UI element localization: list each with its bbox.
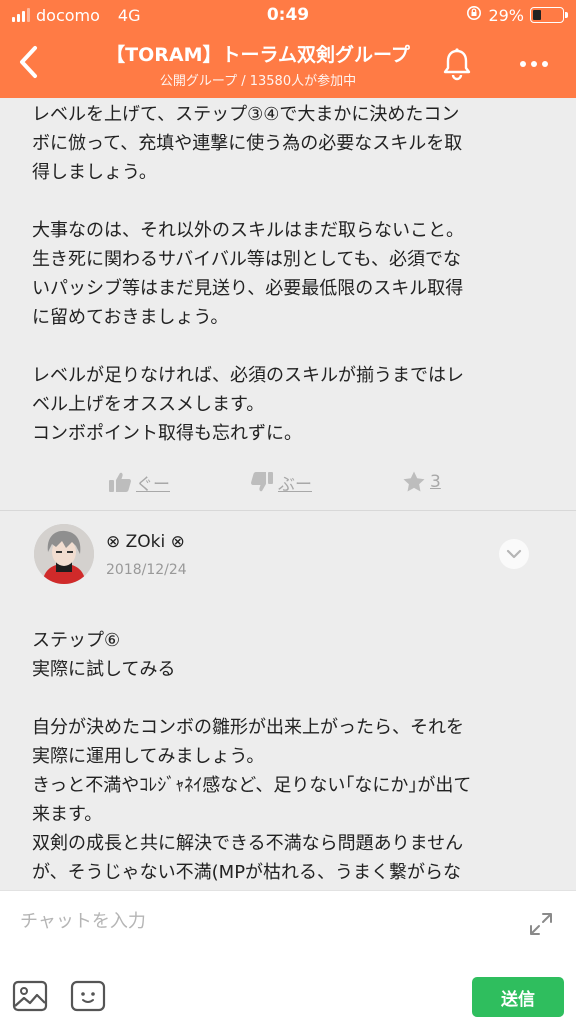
status-left: docomo 4G xyxy=(12,6,140,25)
comment-line: 来ます。 xyxy=(32,804,103,825)
reaction-bar: ぐー ぶー 3 xyxy=(0,466,576,498)
chevron-down-icon xyxy=(506,549,522,559)
group-subtitle: 公開グループ / 13580人が参加中 xyxy=(159,74,357,89)
chat-input[interactable] xyxy=(20,901,500,941)
post-line: 得しましょう。 xyxy=(32,162,157,183)
network-label: 4G xyxy=(117,5,141,25)
boo-button[interactable]: ぶー xyxy=(250,466,312,498)
divider xyxy=(0,510,576,511)
comment-line: ステップ⑥ xyxy=(32,630,121,651)
star-count: 3 xyxy=(430,472,441,492)
collapse-button[interactable] xyxy=(499,539,529,569)
more-menu-button[interactable] xyxy=(510,44,558,84)
image-button[interactable] xyxy=(12,979,48,1013)
comment-line: 自分が決めたコンボの雛形が出来上がったら、それを xyxy=(32,717,464,738)
bell-icon xyxy=(443,48,471,81)
star-button[interactable]: 3 xyxy=(402,466,441,498)
comment-line: 双剣の成長と共に解決できる不満なら問題ありません xyxy=(32,833,464,854)
user-name[interactable]: ⊗ ZOki ⊗ xyxy=(106,532,185,552)
sticker-button[interactable] xyxy=(70,979,106,1013)
avatar[interactable] xyxy=(34,524,94,584)
group-title-block[interactable]: 【TORAM】トーラム双剣グループ 公開グループ / 13580人が参加中 xyxy=(90,40,426,89)
post-line: 生き死に関わるサバイバル等は別としても、必須でな xyxy=(32,249,461,270)
expand-button[interactable] xyxy=(526,909,556,939)
comment-header: ⊗ ZOki ⊗ 2018/12/24 xyxy=(0,518,576,598)
emoji-icon xyxy=(70,980,106,1012)
status-bar: docomo 4G 0:49 29% xyxy=(0,0,576,30)
more-dot-icon xyxy=(542,61,548,67)
image-icon xyxy=(12,980,48,1012)
post-paragraph: レベルが足りなければ、必須のスキルが揃うまではレ ベル上げをオススメします。コンボ… xyxy=(32,361,546,448)
battery-icon xyxy=(530,7,568,23)
comment-line: きっと不満やｺﾚｼﾞｬﾈｲ感など、足りない｢なにか｣が出て xyxy=(32,775,472,796)
back-button[interactable] xyxy=(8,40,48,84)
send-button[interactable]: 送信 xyxy=(472,977,564,1017)
good-button[interactable]: ぐー xyxy=(108,466,170,498)
post-line: ベル上げをオススメします。 xyxy=(32,394,265,415)
battery-fill xyxy=(533,10,542,20)
thumbs-up-icon xyxy=(109,472,131,492)
post-line: ボに倣って、充填や連撃に使う為の必要なスキルを取 xyxy=(32,133,463,154)
post-line: レベルを上げて、ステップ③④で大まかに決めたコン xyxy=(32,104,460,125)
chevron-left-icon xyxy=(20,46,37,78)
post-paragraph: レベルを上げて、ステップ③④で大まかに決めたコン ボに倣って、充填や連撃に使う為の… xyxy=(32,100,546,187)
good-label: ぐー xyxy=(136,474,170,495)
more-dot-icon xyxy=(520,61,526,67)
app-header: docomo 4G 0:49 29% 【TORAM】トーラム双剣グループ 公開グ… xyxy=(0,0,576,98)
battery-percent: 29% xyxy=(488,5,524,25)
post-line: 大事なのは、それ以外のスキルはまだ取らないこと。 xyxy=(32,220,464,241)
nav-bar: 【TORAM】トーラム双剣グループ 公開グループ / 13580人が参加中 xyxy=(0,30,576,98)
post-body: レベルを上げて、ステップ③④で大まかに決めたコン ボに倣って、充填や連撃に使う為の… xyxy=(0,98,576,448)
comment-body: ステップ⑥ 実際に試してみる自分が決めたコンボの雛形が出来上がったら、それを 実際に… xyxy=(32,626,471,890)
group-title: 【TORAM】トーラム双剣グループ xyxy=(106,44,410,66)
notification-button[interactable] xyxy=(438,44,476,84)
expand-icon xyxy=(530,913,552,935)
comment-line: 実際に運用してみましょう。 xyxy=(32,746,265,767)
comment-date: 2018/12/24 xyxy=(106,562,187,578)
post-line: コンボポイント取得も忘れずに。 xyxy=(32,423,302,444)
boo-label: ぶー xyxy=(278,474,312,495)
more-dot-icon xyxy=(531,61,537,67)
status-right: 29% xyxy=(466,5,568,25)
post-line: レベルが足りなければ、必須のスキルが揃うまではレ xyxy=(32,365,464,386)
post-line: に留めておきましょう。 xyxy=(32,307,229,328)
carrier-label: docomo xyxy=(36,5,100,25)
star-icon xyxy=(403,471,425,492)
post-line: いパッシブ等はまだ見送り、必要最低限のスキル取得 xyxy=(32,278,464,299)
chat-composer: 送信 xyxy=(0,890,576,1024)
post-paragraph: 大事なのは、それ以外のスキルはまだ取らないこと。 生き死に関わるサバイバル等は別と… xyxy=(32,216,546,332)
comment-line: が、そうじゃない不満(MPが枯れる、うまく繋がらな xyxy=(32,862,462,883)
comment-line: 実際に試してみる xyxy=(32,659,176,680)
signal-icon xyxy=(12,8,30,22)
orientation-lock-icon xyxy=(466,5,482,25)
thumbs-down-icon xyxy=(251,472,273,492)
message-thread[interactable]: レベルを上げて、ステップ③④で大まかに決めたコン ボに倣って、充填や連撃に使う為の… xyxy=(0,98,576,890)
